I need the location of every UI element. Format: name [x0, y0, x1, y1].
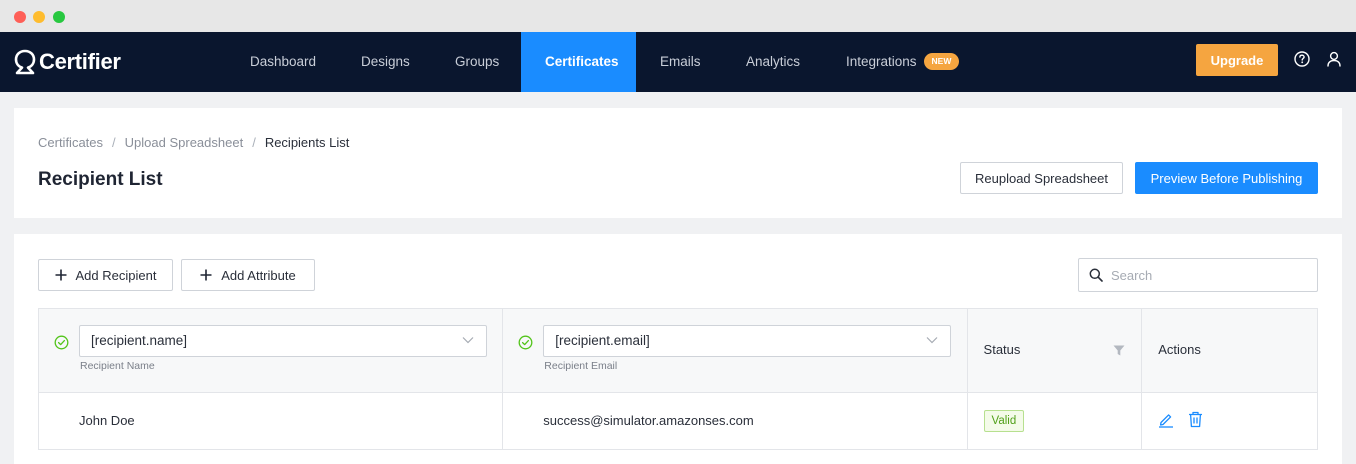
nav-integrations[interactable]: Integrations NEW [822, 32, 983, 92]
upgrade-button[interactable]: Upgrade [1196, 44, 1278, 76]
plus-icon [200, 269, 212, 281]
status-header-label: Status [983, 342, 1021, 357]
plus-icon [55, 269, 67, 281]
cell-actions [1142, 393, 1317, 449]
breadcrumb-upload-spreadsheet[interactable]: Upload Spreadsheet [125, 135, 244, 150]
recipient-name: John Doe [79, 413, 135, 428]
search-icon [1089, 268, 1103, 282]
status-badge: Valid [983, 410, 1025, 432]
new-badge: NEW [923, 52, 960, 70]
recipients-card: Add Recipient Add Attribute [recipient.n… [14, 234, 1342, 464]
email-mapping-value: [recipient.email] [555, 333, 650, 348]
filter-icon[interactable] [1113, 345, 1125, 356]
add-attribute-label: Add Attribute [221, 267, 296, 283]
add-attribute-button[interactable]: Add Attribute [181, 259, 315, 291]
table-row: John Doe success@simulator.amazonses.com… [39, 393, 1317, 449]
help-circle-icon[interactable] [1293, 50, 1311, 68]
recipients-table: [recipient.name] Recipient Name [recipie… [38, 308, 1318, 450]
table-header: [recipient.name] Recipient Name [recipie… [39, 309, 1317, 393]
user-icon[interactable] [1325, 50, 1343, 68]
column-header-email: [recipient.email] Recipient Email [503, 309, 968, 392]
name-mapping-select[interactable]: [recipient.name] [79, 325, 487, 357]
recipient-email: success@simulator.amazonses.com [543, 413, 754, 428]
breadcrumb-separator: / [112, 135, 116, 150]
column-header-actions: Actions [1142, 309, 1317, 392]
nav-emails[interactable]: Emails [636, 32, 725, 92]
breadcrumb: Certificates / Upload Spreadsheet / Recipien… [38, 135, 349, 150]
window-close-button[interactable] [14, 11, 26, 23]
nav-integrations-label: Integrations [846, 54, 917, 69]
edit-icon[interactable] [1158, 411, 1174, 428]
column-header-name: [recipient.name] Recipient Name [39, 309, 504, 392]
name-column-label: Recipient Name [80, 360, 155, 372]
nav-dashboard[interactable]: Dashboard [226, 32, 340, 92]
page-title: Recipient List [38, 169, 163, 190]
trash-icon[interactable] [1188, 411, 1203, 428]
breadcrumb-current: Recipients List [264, 135, 350, 150]
breadcrumb-separator: / [252, 135, 256, 150]
nav-designs[interactable]: Designs [337, 32, 434, 92]
nav-groups[interactable]: Groups [431, 32, 523, 92]
search-box [1078, 258, 1318, 292]
chevron-down-icon [926, 337, 938, 344]
preview-before-publishing-button[interactable]: Preview Before Publishing [1135, 162, 1318, 194]
check-circle-icon [518, 335, 533, 350]
actions-header-label: Actions [1158, 342, 1201, 357]
window-maximize-button[interactable] [53, 11, 65, 23]
column-header-status: Status [968, 309, 1143, 392]
top-navbar: Certifier Dashboard Designs Groups Certi… [0, 32, 1356, 92]
window-titlebar [0, 0, 1356, 32]
breadcrumb-certificates[interactable]: Certificates [38, 135, 103, 150]
window-minimize-button[interactable] [33, 11, 45, 23]
nav-certificates[interactable]: Certificates [521, 32, 636, 92]
cell-email: success@simulator.amazonses.com [503, 393, 968, 449]
add-recipient-button[interactable]: Add Recipient [38, 259, 173, 291]
logo[interactable]: Certifier [14, 46, 121, 78]
email-mapping-select[interactable]: [recipient.email] [543, 325, 952, 357]
cell-status: Valid [968, 393, 1143, 449]
check-circle-icon [54, 335, 69, 350]
certifier-logo-icon [14, 49, 36, 75]
search-input[interactable] [1111, 267, 1301, 283]
cell-name: John Doe [39, 393, 504, 449]
nav-analytics[interactable]: Analytics [722, 32, 824, 92]
logo-text: Certifier [39, 49, 121, 74]
name-mapping-value: [recipient.name] [91, 333, 188, 348]
chevron-down-icon [462, 337, 474, 344]
email-column-label: Recipient Email [544, 360, 618, 372]
add-recipient-label: Add Recipient [75, 267, 157, 283]
reupload-spreadsheet-button[interactable]: Reupload Spreadsheet [960, 162, 1123, 194]
page-header-card: Certificates / Upload Spreadsheet / Recipien… [14, 108, 1342, 218]
